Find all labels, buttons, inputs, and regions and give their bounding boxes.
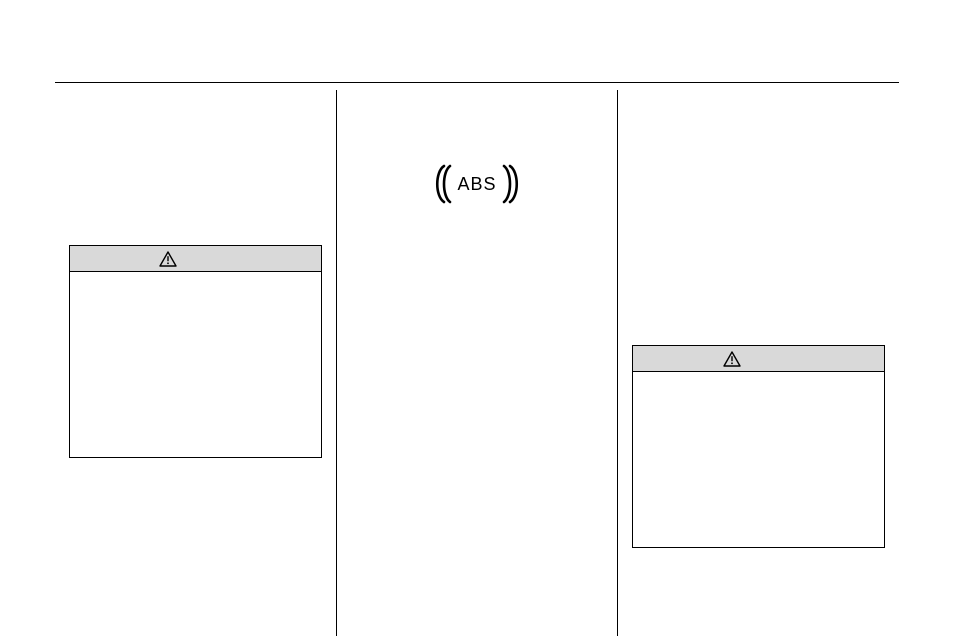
caution-body-2 — [633, 372, 884, 547]
abs-text: ABS — [457, 174, 496, 194]
caution-label-2: CAUTION — [745, 354, 795, 366]
header-rule — [55, 82, 899, 83]
caution-body-1 — [70, 272, 321, 457]
warning-icon — [723, 350, 745, 367]
column-1: CAUTION — [55, 90, 336, 636]
column-3: CAUTION — [617, 90, 899, 636]
column-2: ABS — [336, 90, 618, 636]
warning-icon — [159, 250, 181, 267]
caution-box-1: CAUTION — [69, 245, 322, 458]
caution-header-2: CAUTION — [633, 346, 884, 372]
caution-header-1: CAUTION — [70, 246, 321, 272]
caution-label-1: CAUTION — [182, 254, 232, 266]
manual-page: CAUTION ABS — [0, 0, 954, 636]
abs-icon: ABS — [351, 160, 604, 213]
caution-box-2: CAUTION — [632, 345, 885, 548]
columns: CAUTION ABS — [55, 90, 899, 636]
